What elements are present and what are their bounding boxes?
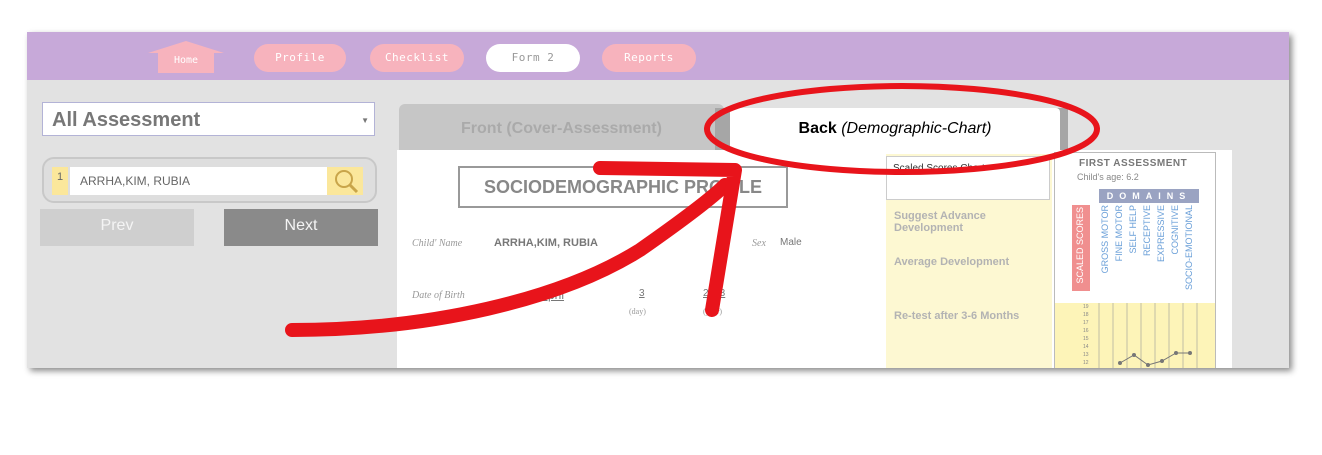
dob-year: 2013 — [703, 288, 726, 299]
tab-front[interactable]: Front (Cover-Assessment) — [399, 104, 724, 150]
page-title: SOCIODEMOGRAPHIC PROFILE — [458, 166, 788, 208]
document-page: SOCIODEMOGRAPHIC PROFILE Child' Name ARR… — [397, 150, 1232, 368]
sex-value: Male — [780, 237, 802, 248]
domain-expressive: EXPRESSIVE — [1156, 205, 1166, 263]
axis-tick: 14 — [1083, 344, 1089, 350]
search-icon — [335, 170, 359, 194]
domain-receptive: RECEPTIVE — [1142, 205, 1152, 257]
scaled-scores-text: SCALED SCORES — [1075, 207, 1085, 284]
nav-profile-button[interactable]: Profile — [254, 44, 346, 72]
domain-cognitive: COGNITIVE — [1170, 205, 1180, 255]
scale-legend: Scaled Scores Chart Suggest Advance Deve… — [886, 154, 1052, 368]
child-name-field[interactable]: ARRHA,KIM, RUBIA — [70, 167, 327, 195]
dob-month: April — [540, 288, 565, 302]
chart-age: Child's age: 6.2 — [1077, 172, 1139, 182]
prev-button[interactable]: Prev — [40, 209, 194, 246]
chart-title: FIRST ASSESSMENT — [1079, 158, 1188, 169]
axis-tick: 15 — [1083, 336, 1089, 342]
child-number: 1 — [52, 167, 68, 195]
dob-label: Date of Birth — [412, 290, 465, 301]
home-label: Home — [173, 55, 199, 66]
axis-tick: 18 — [1083, 312, 1089, 318]
year-caption: (year) — [703, 307, 723, 316]
chart-plot — [1098, 303, 1198, 368]
tab-back-italic: (Demographic-Chart) — [841, 120, 992, 137]
scale-advance: Suggest Advance Development — [894, 210, 986, 234]
child-search-box: 1 ARRHA,KIM, RUBIA — [42, 157, 377, 203]
domain-self-help: SELF HELP — [1128, 205, 1138, 254]
assessment-chart: FIRST ASSESSMENT Child's age: 6.2 DOMAIN… — [1054, 152, 1216, 368]
nav-checklist-button[interactable]: Checklist — [370, 44, 464, 72]
day-caption: (day) — [629, 307, 646, 316]
axis-tick: 13 — [1083, 352, 1089, 358]
nav-form2-button[interactable]: Form 2 — [486, 44, 580, 72]
app-window: Home Profile Checklist Form 2 Reports Al… — [27, 32, 1289, 368]
chart-grid: 19 18 17 16 15 14 13 12 11 — [1055, 303, 1215, 368]
home-button[interactable]: Home — [144, 41, 228, 73]
assessment-select-value: All Assessment — [52, 109, 201, 131]
axis-tick: 16 — [1083, 328, 1089, 334]
child-name-label: Child' Name — [412, 238, 463, 249]
tab-back-left-edge — [715, 108, 731, 152]
tab-back-bold: Back — [798, 120, 837, 137]
domains-header: DOMAINS — [1099, 189, 1199, 203]
sex-label: Sex — [752, 238, 766, 249]
axis-tick: 12 — [1083, 360, 1089, 366]
tab-back[interactable]: Back (Demographic-Chart) — [730, 108, 1060, 152]
scale-header: Scaled Scores Chart — [886, 156, 1050, 200]
nav-reports-button[interactable]: Reports — [602, 44, 696, 72]
scaled-scores-header: SCALED SCORES — [1072, 205, 1090, 291]
dob-day: 3 — [639, 288, 645, 299]
scale-average: Average Development — [894, 256, 1010, 268]
chevron-down-icon: ▼ — [361, 116, 369, 125]
search-button[interactable] — [327, 167, 363, 195]
next-button[interactable]: Next — [224, 209, 378, 246]
domain-gross-motor: GROSS MOTOR — [1100, 205, 1110, 274]
assessment-select[interactable]: All Assessment ▼ — [42, 102, 375, 136]
domain-fine-motor: FINE MOTOR — [1114, 205, 1124, 262]
scale-retest: Re-test after 3-6 Months — [894, 310, 1020, 322]
top-navigation: Home Profile Checklist Form 2 Reports — [27, 32, 1289, 80]
domain-socio-emotional: SOCIO-EMOTIONAL — [1184, 205, 1194, 291]
child-name-value: ARRHA,KIM, RUBIA — [494, 237, 598, 249]
axis-tick: 19 — [1083, 304, 1089, 310]
axis-tick: 17 — [1083, 320, 1089, 326]
